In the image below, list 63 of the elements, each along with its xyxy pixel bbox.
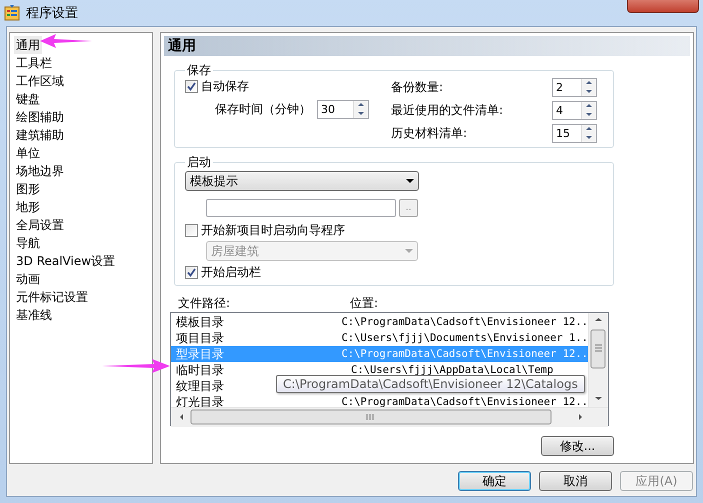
column-header: 文件路径: — [177, 295, 232, 311]
number-field[interactable]: 2 — [552, 78, 597, 96]
vertical-scrollbar[interactable] — [588, 313, 608, 407]
spin-buttons[interactable] — [581, 124, 596, 142]
directory-name: 临时目录 — [176, 362, 225, 378]
sidebar-item[interactable]: 动画 — [14, 270, 42, 288]
app-icon — [4, 5, 20, 21]
close-button[interactable] — [627, 0, 699, 13]
sidebar-item[interactable]: 全局设置 — [14, 216, 66, 234]
window-title: 程序设置 — [26, 5, 78, 22]
list-row[interactable]: 项目目录 C:\Users\fjjj\Documents\Envisioneer 1.. — [171, 330, 588, 346]
caret-icon — [406, 179, 414, 183]
spin-buttons[interactable] — [353, 100, 368, 118]
dialog-button[interactable]: 取消 — [539, 471, 612, 491]
group-title: 保存 — [186, 63, 212, 77]
tooltip: C:\ProgramData\Cadsoft\Envisioneer 12\Catalogs — [276, 375, 585, 393]
template-dropdown[interactable]: 模板提示 — [185, 171, 419, 191]
group-title: 启动 — [186, 155, 212, 169]
directory-name: 模板目录 — [176, 314, 225, 330]
spin-buttons[interactable] — [581, 78, 596, 96]
sidebar-item[interactable]: 导航 — [14, 234, 42, 252]
sidebar-item[interactable]: 场地边界 — [14, 162, 66, 180]
directory-name: 型录目录 — [176, 346, 225, 362]
sidebar-item[interactable]: 建筑辅助 — [14, 126, 66, 144]
list-row[interactable]: 模板目录 C:\ProgramData\Cadsoft\Envisioneer 12.. — [171, 314, 588, 330]
number-field[interactable]: 4 — [552, 100, 597, 120]
field-label: 最近使用的文件清单: — [391, 102, 504, 118]
column-header: 位置: — [350, 295, 378, 311]
checkbox[interactable]: 开始新项目时启动向导程序 — [185, 221, 605, 239]
number-field[interactable]: 15 — [552, 124, 597, 142]
directory-path: C:\Users\fjjj\AppData\Local\Temp — [351, 363, 554, 378]
check-icon — [187, 82, 196, 90]
sidebar-item[interactable]: 3D RealView设置 — [14, 252, 118, 270]
caret-icon — [405, 249, 413, 253]
field-label: 保存时间（分钟） — [215, 100, 311, 118]
directory-path: C:\ProgramData\Cadsoft\Envisioneer 12.. — [341, 395, 588, 407]
sidebar-item[interactable]: 元件标记设置 — [14, 288, 90, 306]
check-icon — [187, 268, 196, 276]
modify-button[interactable]: 修改... — [541, 436, 614, 456]
sidebar-item[interactable]: 单位 — [14, 144, 42, 162]
directory-path: C:\ProgramData\Cadsoft\Envisioneer 12.. — [341, 347, 588, 362]
directory-path: C:\Users\fjjj\Documents\Envisioneer 1.. — [341, 331, 588, 346]
checkbox[interactable]: 自动保存 — [185, 77, 369, 95]
directory-name: 项目目录 — [176, 330, 225, 346]
list-row[interactable]: 临时目录 C:\Users\fjjj\AppData\Local\Temp — [171, 362, 588, 378]
sidebar-item[interactable]: 键盘 — [14, 90, 42, 108]
panel-title: 通用 — [164, 36, 690, 56]
sidebar-item[interactable]: 基准线 — [14, 306, 54, 324]
number-field[interactable]: 30 — [317, 100, 369, 118]
field-label: 历史材料清单: — [391, 124, 468, 142]
field-label: 备份数量: — [391, 78, 444, 96]
sidebar-item[interactable]: 图形 — [14, 180, 42, 198]
dialog-button[interactable]: 确定 — [458, 471, 531, 491]
spin-buttons[interactable] — [581, 102, 596, 118]
horizontal-scrollbar[interactable] — [171, 407, 608, 427]
directory-path: C:\ProgramData\Cadsoft\Envisioneer 12.. — [341, 315, 588, 330]
sidebar-item[interactable]: 绘图辅助 — [14, 108, 66, 126]
path-field[interactable] — [206, 199, 396, 217]
checkbox[interactable]: 开始启动栏 — [185, 263, 605, 281]
sidebar-item[interactable]: 工作区域 — [14, 72, 66, 90]
sidebar-item[interactable]: 地形 — [14, 198, 42, 216]
sidebar-item[interactable]: 通用 — [14, 36, 42, 54]
sidebar-item[interactable]: 工具栏 — [14, 54, 54, 72]
